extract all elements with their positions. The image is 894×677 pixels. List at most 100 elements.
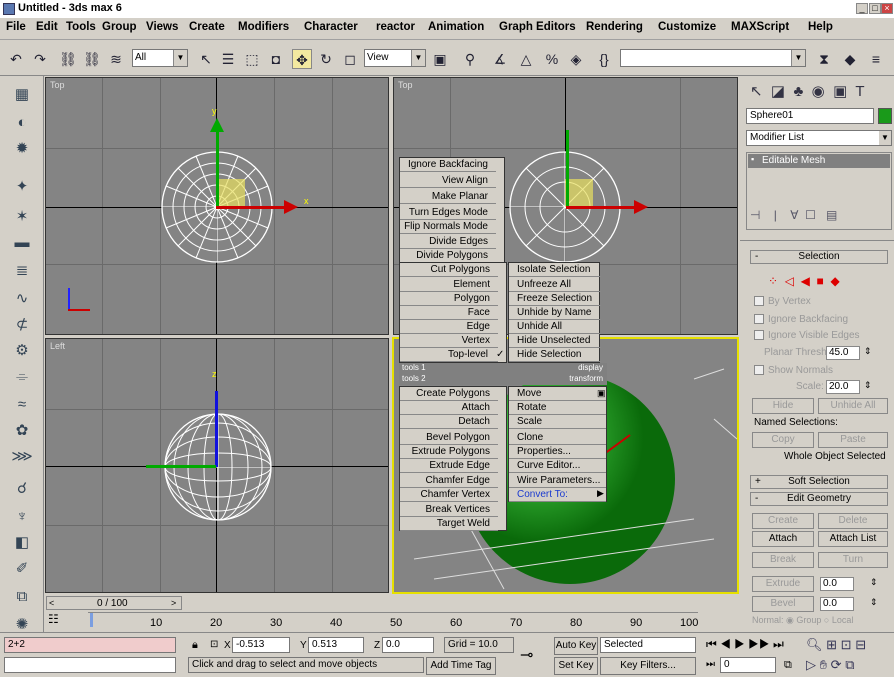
menu-customize[interactable]: Customize (658, 21, 716, 33)
soft-selection-rollout-header[interactable]: Soft Selection + (750, 475, 888, 489)
patch-icon[interactable]: ∿ (11, 288, 33, 310)
close-button[interactable]: × (881, 3, 893, 14)
quad-element[interactable]: Element (400, 278, 498, 292)
quad-flip-normals[interactable]: Flip Normals Mode (400, 220, 496, 234)
spinner-snap-icon[interactable]: ◈ (566, 49, 586, 69)
helpers-icon[interactable]: ✶ (11, 206, 33, 228)
z-axis-gizmo[interactable] (215, 391, 218, 467)
set-key-button[interactable]: Set Key (554, 657, 598, 675)
fx-icon[interactable]: ✐ (11, 558, 33, 580)
menu-views[interactable]: Views (146, 21, 178, 33)
extrude-spinner[interactable]: 0.0 (820, 577, 854, 591)
zoom-icon[interactable]: 🔍︎ (806, 637, 823, 652)
attach-list-button[interactable]: Attach List (818, 531, 888, 547)
y-axis-gizmo[interactable] (146, 465, 216, 468)
normal-radio-group[interactable]: Normal: ◉ Group ○ Local (752, 615, 853, 626)
polygon-icon[interactable]: ■ (817, 274, 824, 288)
maxscript-input[interactable] (4, 657, 176, 673)
snap-3-icon[interactable]: ∡ (490, 49, 510, 69)
menu-edit[interactable]: Edit (36, 21, 58, 33)
angle-snap-icon[interactable]: △ (516, 49, 536, 69)
quad-attach[interactable]: Attach (400, 401, 498, 415)
quad-bevel-polygon[interactable]: Bevel Polygon (400, 431, 498, 445)
next-key-icon[interactable]: ▶▶ (748, 637, 769, 651)
quad-divide-polygons[interactable]: Divide Polygons (400, 249, 496, 263)
time-slider[interactable]: < 0 / 100 > (46, 596, 182, 610)
pin-stack-icon[interactable]: ⊣ (750, 208, 760, 222)
minimize-button[interactable]: _ (856, 3, 868, 14)
quad-face[interactable]: Face (400, 306, 498, 320)
x-coord-field[interactable]: -0.513 (232, 637, 290, 653)
spinner-arrows-icon[interactable]: ⇕ (864, 346, 872, 357)
track-bar-icon[interactable]: ☷ (48, 612, 68, 630)
viewport-left[interactable]: Left z (45, 338, 389, 593)
unlink-icon[interactable]: ⛓ (82, 49, 102, 69)
quad-view-align[interactable]: View Align (400, 174, 496, 188)
quad-top-level[interactable]: Top-level (400, 348, 498, 362)
named-sel-icon[interactable]: {} (594, 49, 614, 69)
menu-character[interactable]: Character (304, 21, 358, 33)
show-normals-checkbox[interactable]: Show Normals (754, 365, 833, 376)
go-to-start-icon[interactable]: ⏮ (706, 637, 717, 651)
key-mode-icon[interactable]: ⏭ (706, 659, 715, 670)
dynamics-icon[interactable]: ⚙ (11, 340, 33, 362)
percent-snap-icon[interactable]: % (542, 49, 562, 69)
align-icon[interactable]: ◆ (840, 49, 860, 69)
menu-file[interactable]: File (6, 21, 26, 33)
y-coord-field[interactable]: 0.513 (308, 637, 364, 653)
make-unique-icon[interactable]: ∀ (790, 208, 798, 222)
quad-clone[interactable]: Clone (509, 431, 606, 445)
motion-tab-icon[interactable]: ◉ (812, 83, 825, 100)
create-button[interactable]: Create (752, 513, 814, 529)
pivot-icon[interactable]: ▣ (430, 49, 450, 69)
zoom-extents-icon[interactable]: ⊡ (841, 637, 852, 652)
utility-icon[interactable]: ⧉ (11, 586, 33, 608)
maxscript-listener[interactable]: 2+2 (4, 637, 176, 653)
create-tab-icon[interactable]: ↖ (750, 83, 763, 100)
utilities-tab-icon[interactable]: T (855, 83, 864, 100)
ignore-backfacing-checkbox[interactable]: Ignore Backfacing (754, 314, 848, 325)
menu-tools[interactable]: Tools (66, 21, 96, 33)
copy-button[interactable]: Copy (752, 432, 814, 448)
add-time-tag-button[interactable]: Add Time Tag (426, 657, 496, 675)
planar-thresh-spinner[interactable]: 45.0 (826, 346, 860, 360)
break-button[interactable]: Break (752, 552, 814, 568)
move-icon[interactable]: ✥ (292, 49, 312, 69)
absolute-mode-icon[interactable]: ⊡ (210, 639, 218, 650)
quad-curve-editor[interactable]: Curve Editor... (509, 459, 606, 473)
quad-divide-edges[interactable]: Divide Edges (400, 235, 496, 249)
quad-unfreeze-all[interactable]: Unfreeze All (509, 278, 601, 292)
quad-rotate[interactable]: Rotate (509, 401, 606, 415)
go-to-end-icon[interactable]: ⏭ (773, 637, 784, 651)
auto-key-button[interactable]: Auto Key (554, 637, 598, 655)
select-icon[interactable]: ↖ (196, 49, 216, 69)
quad-unhide-all[interactable]: Unhide All (509, 320, 601, 334)
vertex-icon[interactable]: ⁘ (768, 274, 778, 288)
delete-button[interactable]: Delete (818, 513, 888, 529)
modify-tab-icon[interactable]: ◪ (771, 83, 785, 100)
menu-animation[interactable]: Animation (428, 21, 484, 33)
redo-icon[interactable]: ↷ (30, 49, 50, 69)
menu-graph-editors[interactable]: Graph Editors (499, 21, 576, 33)
y-axis-gizmo[interactable] (216, 130, 219, 208)
object-color-swatch[interactable] (878, 108, 892, 124)
quad-vertex[interactable]: Vertex (400, 334, 498, 348)
rect-select-icon[interactable]: ⬚ (242, 49, 262, 69)
quad-cut-polygons[interactable]: Cut Polygons (400, 263, 498, 277)
maximize-viewport-icon[interactable]: ⧉ (845, 657, 854, 672)
ignore-visible-edges-checkbox[interactable]: Ignore Visible Edges (754, 330, 860, 341)
quad-convert-to[interactable]: Convert To: (509, 488, 606, 502)
quad-properties[interactable]: Properties... (509, 445, 606, 459)
menu-reactor[interactable]: reactor (376, 21, 415, 33)
quad-scale[interactable]: Scale (509, 415, 606, 429)
arc-rotate-icon[interactable]: ⟳ (831, 657, 842, 672)
current-frame-marker[interactable] (90, 613, 93, 627)
attach-button[interactable]: Attach (752, 531, 814, 547)
mirror-icon[interactable]: ⚲ (460, 49, 480, 69)
quad-break-vertices[interactable]: Break Vertices (400, 503, 498, 517)
edge-icon[interactable]: ◁ (785, 274, 794, 288)
settings-box-icon[interactable]: ▣ (597, 388, 606, 399)
character-icon[interactable]: ☌ (11, 478, 33, 500)
spinner-arrows-icon[interactable]: ⇕ (870, 597, 878, 608)
menu-create[interactable]: Create (189, 21, 225, 33)
